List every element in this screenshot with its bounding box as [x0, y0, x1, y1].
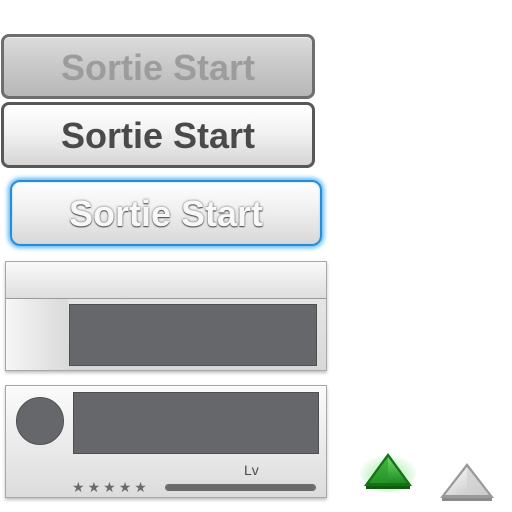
info-panel-side: [6, 299, 68, 370]
profile-image-slot: [73, 392, 319, 454]
triangle-up-white-icon[interactable]: [437, 460, 497, 504]
sortie-start-button-disabled: Sortie Start: [1, 34, 315, 99]
star-icon: ★: [134, 479, 147, 495]
avatar: [16, 397, 64, 445]
sortie-start-label: Sortie Start: [60, 46, 256, 88]
star-icon: ★: [103, 479, 116, 495]
info-panel-image-slot: [69, 304, 317, 366]
star-icon: ★: [72, 479, 85, 495]
sortie-start-button-focused[interactable]: Sortie Start: [10, 180, 322, 246]
rarity-stars: ★ ★ ★ ★ ★: [72, 479, 147, 495]
info-panel: [5, 261, 327, 371]
level-progress-bar: [165, 484, 316, 491]
triangle-up-green-icon[interactable]: [360, 448, 416, 492]
sortie-start-button[interactable]: Sortie Start: [1, 102, 315, 168]
star-icon: ★: [118, 479, 132, 495]
sortie-start-label: Sortie Start: [68, 193, 264, 234]
sortie-start-label: Sortie Start: [60, 115, 256, 156]
level-label: Lv: [244, 462, 259, 478]
profile-panel[interactable]: Lv ★ ★ ★ ★ ★: [5, 385, 327, 498]
star-icon: ★: [87, 479, 101, 495]
info-panel-header: [6, 262, 326, 299]
level-progress-fill: [166, 485, 315, 490]
